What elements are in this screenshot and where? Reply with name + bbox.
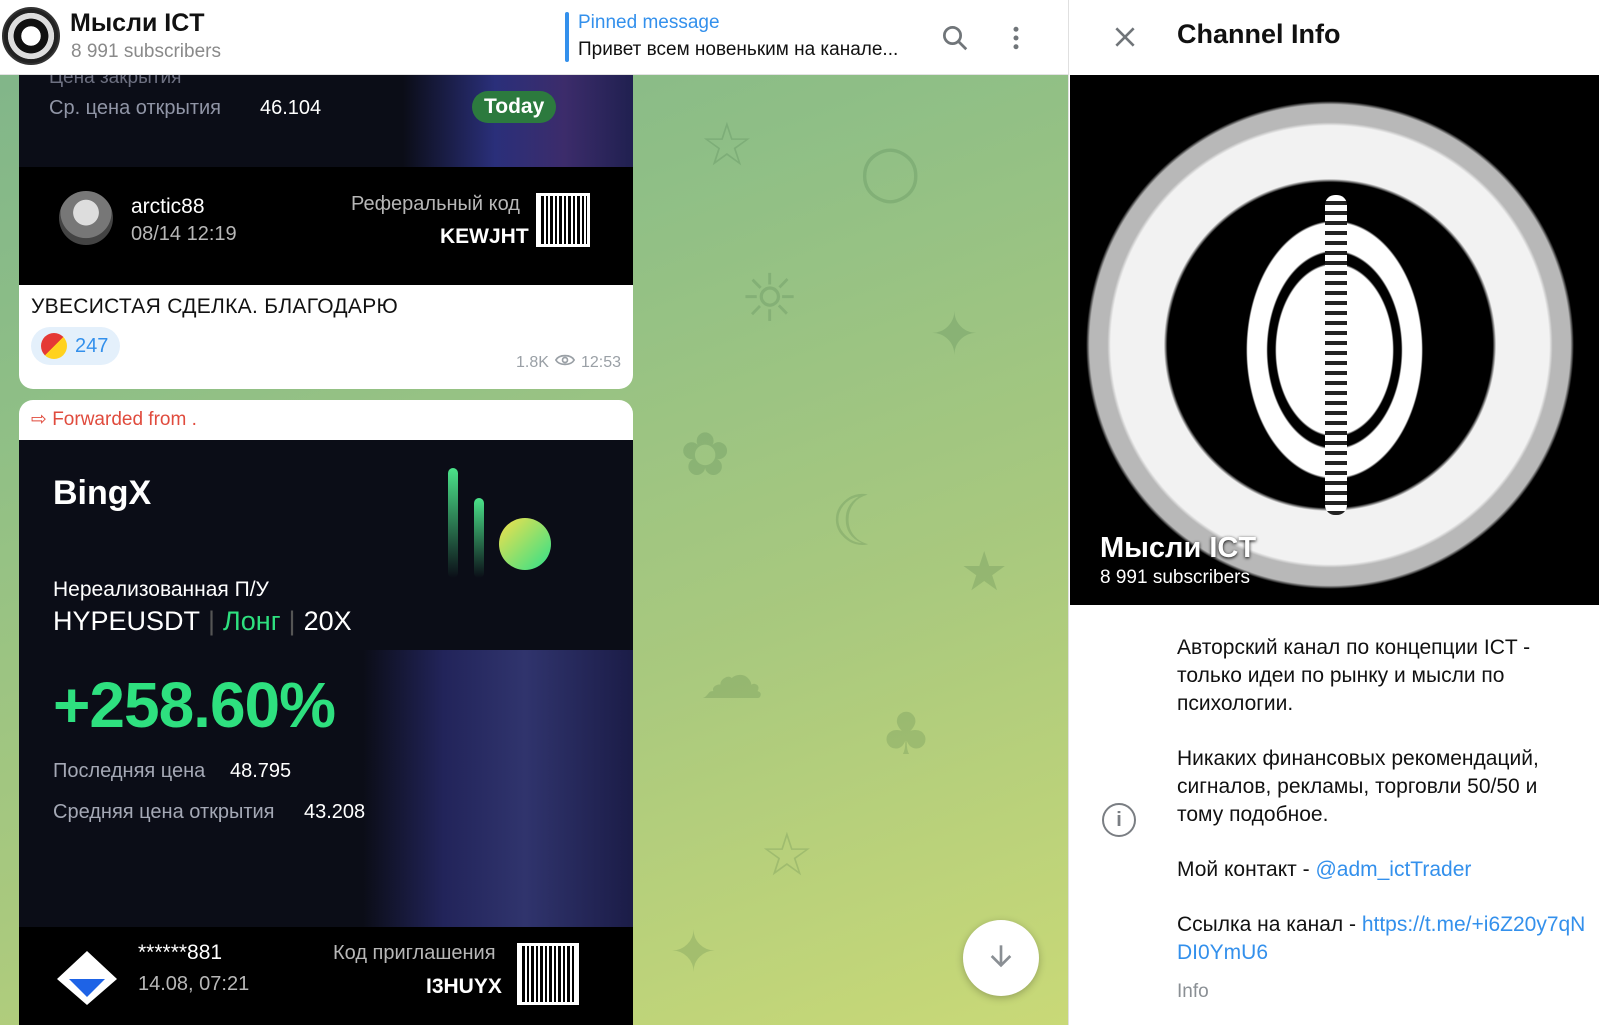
description-paragraph: Никаких финансовых рекомендаций, сигнало… — [1177, 747, 1539, 826]
description-paragraph: Авторский канал по концепции ICT - тольк… — [1177, 636, 1531, 715]
logo-bar — [448, 468, 458, 578]
message-time: 12:53 — [580, 353, 621, 371]
channel-info-panel: Channel Info Мысли ICT 8 991 subscribers… — [1068, 0, 1600, 1025]
qr-code — [517, 943, 579, 1005]
pinned-indicator — [565, 12, 569, 62]
invite-label: Код приглашения — [333, 942, 496, 964]
logo-bar — [474, 498, 484, 578]
last-price-label: Последняя цена — [53, 760, 206, 782]
channel-info-title: Channel Info — [1177, 19, 1341, 49]
chat-panel: ☆ ◯ ☼ ✦ ✿ ☾ ★ ☁ ♣ ☆ ✦ Мысли ICT 8 991 su… — [0, 0, 1068, 1025]
brand-logo: BingX — [53, 474, 152, 512]
message-caption: УВЕСИСТАЯ СДЕЛКА. БЛАГОДАРЮ — [31, 295, 399, 318]
trade-pair: HYPEUSDT — [53, 606, 201, 636]
contact-link[interactable]: @adm_ictTrader — [1315, 858, 1471, 881]
contact-line: Мой контакт - @adm_ictTrader — [1177, 856, 1587, 884]
channel-cover-image[interactable]: Мысли ICT 8 991 subscribers — [1070, 75, 1599, 605]
close-icon[interactable] — [1105, 17, 1145, 57]
eye-icon — [554, 353, 576, 372]
trader-name: ******881 — [138, 941, 223, 964]
forward-icon: ⇨ — [31, 409, 47, 430]
forwarded-from[interactable]: ⇨ Forwarded from . — [31, 408, 197, 431]
cover-subscribers: 8 991 subscribers — [1100, 567, 1250, 588]
avg-open-label: Ср. цена открытия — [49, 97, 222, 119]
pnl-percent: +258.60% — [53, 669, 336, 741]
diamond-logo-icon — [55, 949, 119, 1007]
trade-pair-line: HYPEUSDT | Лонг | 20X — [53, 606, 352, 636]
message-card[interactable]: Цена закрытия Ср. цена открытия 46.104 T… — [19, 75, 633, 389]
trade-date: 14.08, 07:21 — [138, 973, 250, 995]
info-icon: i — [1102, 803, 1136, 837]
channel-title[interactable]: Мысли ICT — [70, 9, 205, 38]
more-vertical-icon[interactable] — [996, 18, 1036, 58]
channel-link-line: Ссылка на канал - https://t.me/+i6Z20y7q… — [1177, 911, 1587, 967]
referral-label: Реферальный код — [351, 193, 520, 215]
arrow-down-icon — [985, 940, 1017, 977]
close-price-label: Цена закрытия — [49, 75, 182, 88]
trade-date: 08/14 12:19 — [131, 223, 237, 245]
cover-spine-graphic — [1325, 195, 1347, 515]
qr-code — [536, 193, 590, 247]
search-icon[interactable] — [935, 18, 975, 58]
referral-code: KEWJHT — [440, 225, 529, 248]
cover-channel-name: Мысли ICT — [1100, 532, 1257, 564]
info-caption: Info — [1177, 981, 1209, 1002]
channel-subscribers: 8 991 subscribers — [71, 41, 221, 62]
players-image — [363, 650, 633, 955]
channel-avatar[interactable] — [2, 7, 60, 65]
invite-code: I3HUYX — [426, 975, 502, 998]
reaction-count: 247 — [75, 334, 109, 357]
trade-footer: arctic88 08/14 12:19 Реферальный код KEW… — [19, 167, 633, 285]
user-avatar — [59, 191, 113, 245]
forwarded-label: Forwarded from . — [52, 409, 197, 430]
message-meta: 1.8K 12:53 — [516, 353, 621, 372]
avg-open-value: 46.104 — [260, 97, 322, 119]
avg-open-label: Средняя цена открытия — [53, 801, 275, 823]
link-prefix: Ссылка на канал - — [1177, 913, 1362, 936]
trader-name: arctic88 — [131, 195, 205, 218]
pinned-message-title[interactable]: Pinned message — [578, 12, 720, 34]
message-card[interactable]: ⇨ Forwarded from . BingX Нереализованная… — [19, 400, 633, 1025]
contact-prefix: Мой контакт - — [1177, 858, 1316, 881]
avg-open-value: 43.208 — [304, 801, 366, 823]
channel-info-header: Channel Info — [1069, 0, 1600, 75]
trade-screenshot-top[interactable]: Цена закрытия Ср. цена открытия 46.104 T… — [19, 75, 633, 167]
pill-emoji-icon — [41, 333, 67, 359]
trade-footer: ******881 14.08, 07:21 Код приглашения I… — [19, 927, 633, 1025]
trade-side: Лонг — [223, 606, 281, 636]
pinned-message-text[interactable]: Привет всем новеньким на канале... — [578, 39, 898, 61]
reaction-button[interactable]: 247 — [31, 327, 121, 365]
trade-leverage: 20X — [303, 606, 352, 636]
view-count: 1.8K — [516, 353, 549, 371]
logo-orb — [499, 518, 551, 570]
trade-screenshot[interactable]: BingX Нереализованная П/У HYPEUSDT | Лонг |… — [19, 440, 633, 955]
today-badge: Today — [472, 91, 557, 123]
scroll-down-button[interactable] — [963, 920, 1039, 996]
unrealized-pnl-label: Нереализованная П/У — [53, 578, 269, 601]
chat-header: Мысли ICT 8 991 subscribers Pinned messa… — [0, 0, 1068, 75]
last-price-value: 48.795 — [230, 760, 292, 782]
